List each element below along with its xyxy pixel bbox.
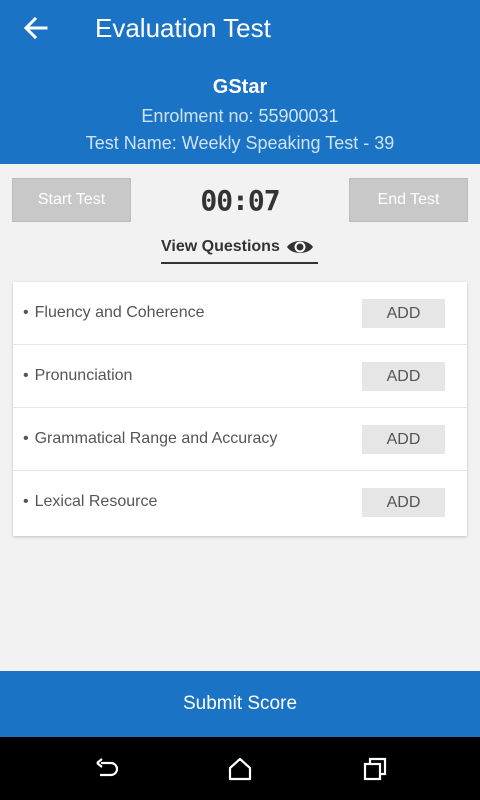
- nav-recent-icon[interactable]: [361, 755, 389, 783]
- criteria-label: Grammatical Range and Accuracy: [23, 430, 278, 448]
- page-title: Evaluation Test: [95, 13, 271, 43]
- add-lexical-button[interactable]: ADD: [362, 488, 445, 517]
- criteria-row-lexical: Lexical Resource ADD: [13, 471, 467, 534]
- test-name: Test Name: Weekly Speaking Test - 39: [85, 133, 395, 153]
- add-fluency-button[interactable]: ADD: [362, 299, 445, 328]
- start-test-button[interactable]: Start Test: [12, 178, 131, 222]
- end-test-button[interactable]: End Test: [349, 178, 468, 222]
- system-nav-bar: [0, 737, 480, 800]
- add-grammar-button[interactable]: ADD: [362, 425, 445, 454]
- criteria-row-grammar: Grammatical Range and Accuracy ADD: [13, 408, 467, 471]
- back-arrow-icon[interactable]: [20, 12, 52, 44]
- timer: 00:07: [200, 184, 280, 217]
- student-name: GStar: [212, 76, 268, 98]
- enrolment-number: Enrolment no: 55900031: [141, 106, 339, 126]
- view-questions-link[interactable]: View Questions: [161, 232, 318, 264]
- nav-back-icon[interactable]: [92, 755, 120, 783]
- view-questions-label: View Questions: [161, 238, 280, 255]
- criteria-label: Lexical Resource: [23, 493, 158, 511]
- criteria-card: Fluency and Coherence ADD Pronunciation …: [13, 282, 467, 536]
- eye-icon: [286, 237, 314, 257]
- submit-score-button[interactable]: Submit Score: [0, 671, 480, 737]
- add-pronunciation-button[interactable]: ADD: [362, 362, 445, 391]
- app-bar: Evaluation Test GStar Enrolment no: 5590…: [0, 0, 480, 164]
- nav-home-icon[interactable]: [226, 755, 254, 783]
- criteria-row-fluency: Fluency and Coherence ADD: [13, 282, 467, 345]
- criteria-label: Pronunciation: [23, 367, 133, 385]
- criteria-row-pronunciation: Pronunciation ADD: [13, 345, 467, 408]
- criteria-label: Fluency and Coherence: [23, 304, 205, 322]
